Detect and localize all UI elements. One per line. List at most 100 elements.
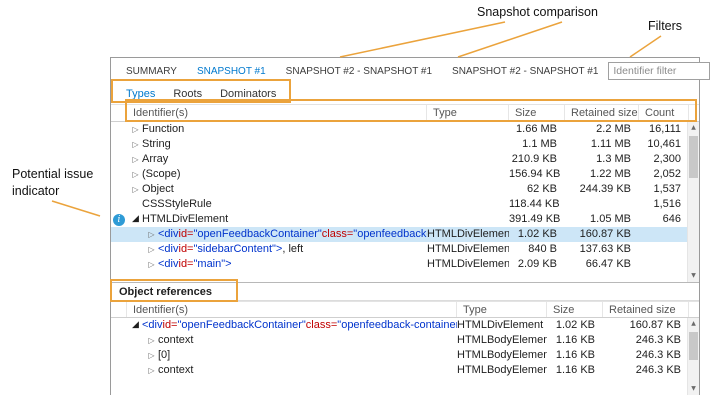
type-cell: HTMLDivElement bbox=[427, 243, 509, 255]
expand-icon[interactable]: ▷ bbox=[145, 227, 158, 242]
retained-size-cell: 160.87 KB bbox=[579, 228, 631, 240]
column-header-identifier-s[interactable]: Identifier(s) bbox=[127, 105, 427, 121]
expand-icon[interactable]: ▷ bbox=[145, 348, 158, 363]
retained-size-cell bbox=[565, 197, 639, 212]
table-row[interactable]: ◢ <div id= "openFeedbackContainer" class= "… bbox=[111, 318, 699, 333]
size-cell: 1.02 KB bbox=[555, 319, 595, 331]
retained-size-cell: 1.3 MB bbox=[596, 153, 631, 165]
count-cell: 2,052 bbox=[653, 168, 681, 180]
scroll-up-icon[interactable]: ▲ bbox=[688, 122, 699, 134]
references-grid-scrollbar[interactable]: ▲ ▼ bbox=[687, 318, 699, 395]
table-row[interactable]: ▷ Function 1.66 MB 2.2 MB 16,111 bbox=[111, 122, 699, 137]
expand-icon[interactable]: ▷ bbox=[145, 242, 158, 257]
row-gutter bbox=[111, 167, 127, 182]
identifier-text: "sidebarContent"> bbox=[193, 243, 283, 255]
row-gutter bbox=[111, 137, 127, 152]
expand-icon[interactable]: ▷ bbox=[129, 182, 142, 197]
identifier-filter-input[interactable] bbox=[608, 62, 711, 80]
tab-snapshot-2-snapshot-1-2[interactable]: SNAPSHOT #2 - SNAPSHOT #1 bbox=[276, 66, 442, 77]
row-gutter bbox=[111, 363, 127, 378]
count-cell: 10,461 bbox=[647, 138, 681, 150]
potential-issue-icon[interactable]: i bbox=[113, 213, 125, 226]
tab-snapshot-2-snapshot-1-3[interactable]: SNAPSHOT #2 - SNAPSHOT #1 bbox=[442, 66, 608, 77]
type-cell bbox=[427, 182, 509, 197]
expand-icon[interactable]: ▷ bbox=[129, 167, 142, 182]
table-row[interactable]: ▷ [0] HTMLBodyElement 1.16 KB 246.3 KB bbox=[111, 348, 699, 363]
table-row[interactable]: ▷ context HTMLBodyElement 1.16 KB 246.3 KB bbox=[111, 363, 699, 378]
table-row[interactable]: ▷ Array 210.9 KB 1.3 MB 2,300 bbox=[111, 152, 699, 167]
object-references-header: Object references bbox=[111, 282, 699, 301]
size-cell: 1.1 MB bbox=[522, 138, 557, 150]
type-cell: HTMLDivElement bbox=[427, 228, 509, 240]
view-tab-dominators[interactable]: Dominators bbox=[211, 88, 285, 100]
table-row[interactable]: ▷ <div id= "openFeedbackContainer" class= "… bbox=[111, 227, 699, 242]
expand-icon[interactable]: ▷ bbox=[145, 363, 158, 378]
scroll-up-icon[interactable]: ▲ bbox=[688, 318, 699, 330]
identifier-cell: ▷ <div id= "sidebarContent">, left bbox=[127, 242, 427, 257]
table-row[interactable]: ▷ String 1.1 MB 1.11 MB 10,461 bbox=[111, 137, 699, 152]
count-cell bbox=[639, 257, 689, 272]
collapse-icon[interactable]: ◢ bbox=[129, 318, 142, 333]
callout-filters: Filters bbox=[648, 19, 683, 33]
expand-icon[interactable]: ▷ bbox=[129, 152, 142, 167]
type-cell: HTMLDivElement bbox=[427, 258, 509, 270]
retained-size-cell: 66.47 KB bbox=[585, 258, 631, 270]
collapse-icon[interactable]: ◢ bbox=[129, 212, 142, 227]
table-row[interactable]: ▷ (Scope) 156.94 KB 1.22 MB 2,052 bbox=[111, 167, 699, 182]
row-gutter bbox=[111, 122, 127, 137]
column-header-count[interactable]: Count bbox=[639, 105, 689, 121]
column-header-type[interactable]: Type bbox=[457, 302, 547, 317]
column-header-type[interactable]: Type bbox=[427, 105, 509, 121]
scrollbar-thumb[interactable] bbox=[689, 332, 698, 360]
object-references-title: Object references bbox=[119, 285, 212, 298]
expand-icon[interactable]: ▷ bbox=[129, 122, 142, 137]
scroll-down-icon[interactable]: ▼ bbox=[688, 270, 699, 282]
expand-icon[interactable]: ▷ bbox=[145, 333, 158, 348]
expand-icon[interactable]: ▷ bbox=[145, 257, 158, 272]
types-grid-scrollbar[interactable]: ▲ ▼ bbox=[687, 122, 699, 282]
type-cell bbox=[427, 197, 509, 212]
column-header-identifier-s[interactable]: Identifier(s) bbox=[127, 302, 457, 317]
type-cell: HTMLBodyElement bbox=[457, 364, 547, 376]
table-row[interactable]: ▷ Object 62 KB 244.39 KB 1,537 bbox=[111, 182, 699, 197]
column-header-size[interactable]: Size bbox=[509, 105, 565, 121]
size-cell: 1.16 KB bbox=[555, 364, 595, 376]
view-tab-roots[interactable]: Roots bbox=[164, 88, 211, 100]
tab-summary-0[interactable]: SUMMARY bbox=[116, 66, 187, 77]
view-tab-types[interactable]: Types bbox=[117, 88, 164, 100]
identifier-cell: ▷ [0] bbox=[127, 348, 457, 363]
row-gutter bbox=[111, 318, 127, 333]
identifier-text: id= bbox=[178, 258, 194, 270]
size-cell: 62 KB bbox=[527, 183, 557, 195]
table-row[interactable]: CSSStyleRule 118.44 KB 1,516 bbox=[111, 197, 699, 212]
column-header-retained-size[interactable]: Retained size bbox=[565, 105, 639, 121]
identifier-cell: ◢ HTMLDivElement bbox=[127, 212, 427, 227]
size-cell: 1.02 KB bbox=[517, 228, 557, 240]
row-gutter bbox=[111, 197, 127, 212]
type-cell bbox=[427, 212, 509, 227]
table-row[interactable]: i ◢ HTMLDivElement 391.49 KB 1.05 MB 646 bbox=[111, 212, 699, 227]
expand-icon[interactable]: ▷ bbox=[129, 137, 142, 152]
identifier-cell: CSSStyleRule bbox=[127, 197, 427, 212]
scroll-down-icon[interactable]: ▼ bbox=[688, 383, 699, 395]
identifier-text: <div bbox=[142, 319, 163, 331]
identifier-cell: ▷ String bbox=[127, 137, 427, 152]
tab-snapshot-1-1[interactable]: SNAPSHOT #1 bbox=[187, 66, 276, 77]
scrollbar-thumb[interactable] bbox=[689, 136, 698, 178]
column-header-size[interactable]: Size bbox=[547, 302, 603, 317]
table-row[interactable]: ▷ <div id= "main"> HTMLDivElement 2.09 KB 66.… bbox=[111, 257, 699, 272]
identifier-text: <div bbox=[158, 243, 179, 255]
size-cell: 1.16 KB bbox=[555, 334, 595, 346]
identifier-cell: ▷ <div id= "main"> bbox=[127, 257, 427, 272]
table-row[interactable]: ▷ <div id= "sidebarContent">, left HTMLDivE… bbox=[111, 242, 699, 257]
type-cell: HTMLBodyElement bbox=[457, 349, 547, 361]
type-cell bbox=[427, 137, 509, 152]
count-cell: 2,300 bbox=[653, 153, 681, 165]
retained-size-cell: 1.05 MB bbox=[590, 213, 631, 225]
column-header-retained-size[interactable]: Retained size bbox=[603, 302, 689, 317]
type-cell bbox=[427, 167, 509, 182]
header-gutter bbox=[111, 105, 127, 121]
type-cell bbox=[427, 152, 509, 167]
retained-size-cell: 2.2 MB bbox=[596, 123, 631, 135]
table-row[interactable]: ▷ context HTMLBodyElement 1.16 KB 246.3 KB bbox=[111, 333, 699, 348]
